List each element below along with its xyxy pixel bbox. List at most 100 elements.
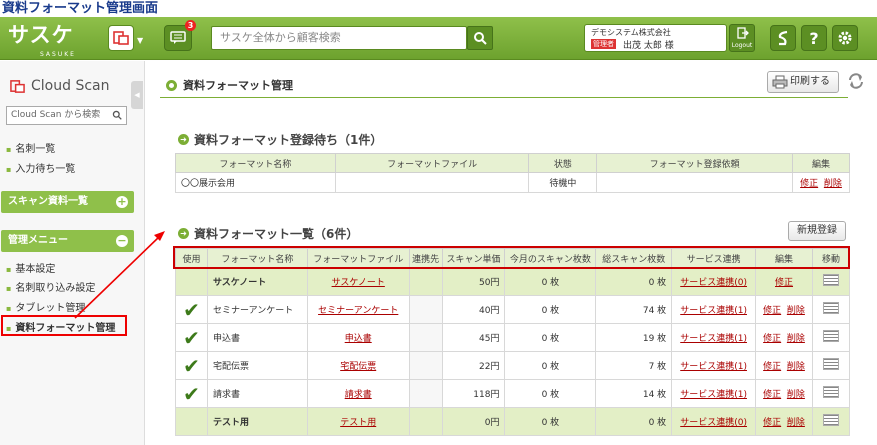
format-name-cell: 宅配伝票 [206,351,308,380]
sasuke-home-button[interactable] [770,25,796,51]
message-icon [170,31,186,44]
format-file-link[interactable]: テスト用 [340,418,376,428]
app-logo[interactable]: サスケ [8,23,74,47]
delete-link[interactable]: 削除 [787,362,805,372]
scan-price-cell: 0円 [441,407,506,436]
scan-price-cell: 22円 [441,351,506,380]
sidebar-collapse-button[interactable]: ◀ [131,81,143,109]
total-scans-cell: 0 枚 [595,267,673,296]
format-name-cell: 請求書 [206,379,308,408]
gear-icon [838,31,852,45]
delete-link[interactable]: 削除 [787,418,805,428]
edit-link[interactable]: 修正 [763,306,781,316]
sidebar-item-card-import-settings[interactable]: 名刺取り込み設定 [6,279,95,294]
column-header: 編集 [792,153,850,173]
sidebar-item-tablet-management[interactable]: タブレット管理 [6,299,85,314]
service-link[interactable]: サービス連携(1) [680,390,747,400]
drag-handle-icon[interactable] [822,414,839,426]
monthly-scans-cell: 0 枚 [504,267,597,296]
sidebar-item-input-waiting[interactable]: 入力待ち一覧 [6,160,75,175]
check-icon[interactable]: ✔ [183,354,200,378]
service-link-cell: サービス連携(1) [671,323,757,352]
format-file-link[interactable]: 宅配伝票 [340,362,376,372]
drag-handle-icon[interactable] [822,330,839,342]
format-file-link[interactable]: 申込書 [345,334,372,344]
table-row: ✔ 宅配伝票 宅配伝票 22円 0 枚7 枚サービス連携(1) 修正 削除 [175,351,851,380]
service-link[interactable]: サービス連携(1) [680,334,747,344]
move-cell [811,407,851,436]
usage-cell: ✔ [175,323,208,352]
drag-handle-icon[interactable] [822,358,839,370]
sidebar-section-label: 管理メニュー [8,235,68,246]
format-list-section-label: 資料フォーマット一覧（6件） [194,227,359,241]
user-info[interactable]: デモシステム株式会社 管理者 出茂 太郎 様 [584,24,727,52]
search-button[interactable] [467,26,493,50]
minus-icon[interactable]: − [116,235,128,247]
format-name-cell: 申込書 [206,323,308,352]
service-link[interactable]: サービス連携(0) [680,418,747,428]
sidebar-item-business-cards[interactable]: 名刺一覧 [6,140,55,155]
logout-icon [737,27,749,39]
monthly-scans-cell: 0 枚 [504,323,597,352]
customer-search-input[interactable]: サスケ全体から顧客検索 [211,26,467,50]
format-file-cell: 宅配伝票 [306,351,410,380]
service-link-cell: サービス連携(1) [671,295,757,324]
sidebar-item-basic-settings[interactable]: 基本設定 [6,260,55,275]
drag-handle-icon[interactable] [822,274,839,286]
delete-link[interactable]: 削除 [787,390,805,400]
table-row: ✔ 申込書 申込書 45円 0 枚 19 枚サービス連携(1) 修正 削除 [175,323,851,352]
total-scans-cell: 74 枚 [595,295,673,324]
pending-section-title: ➜ 資料フォーマット登録待ち（1件） [178,131,382,148]
edit-link[interactable]: 修正 [763,418,781,428]
check-icon[interactable]: ✔ [183,326,200,350]
logout-label: Logout [731,42,753,49]
refresh-icon[interactable] [847,72,865,90]
edit-link[interactable]: 修正 [763,390,781,400]
check-icon[interactable]: ✔ [183,382,200,406]
pending-section-label: 資料フォーマット登録待ち（1件） [194,133,383,147]
usage-cell [175,407,208,436]
new-registration-button[interactable]: 新規登録 [788,221,846,241]
sidebar-search-input[interactable]: Cloud Scan から検索 [6,106,127,125]
title-divider [160,97,848,98]
service-link[interactable]: サービス連携(1) [680,306,747,316]
delete-link[interactable]: 削除 [787,334,805,344]
sidebar-section-scan-docs[interactable]: スキャン資料一覧 + [1,191,134,213]
move-cell [811,295,851,324]
notification-badge: 3 [185,20,196,31]
format-file-link[interactable]: サスケノート [332,278,385,288]
delete-link[interactable]: 削除 [824,179,842,189]
search-icon[interactable] [112,110,122,120]
sidebar-title: Cloud Scan [10,78,109,94]
scan-price-cell: 118円 [441,379,506,408]
cloud-scan-icon [113,31,129,45]
move-cell [811,267,851,296]
service-link[interactable]: サービス連携(0) [680,278,747,288]
delete-link[interactable]: 削除 [787,306,805,316]
edit-link[interactable]: 修正 [763,362,781,372]
drag-handle-icon[interactable] [822,302,839,314]
drag-handle-icon[interactable] [822,386,839,398]
format-file-link[interactable]: 請求書 [345,390,372,400]
check-icon[interactable]: ✔ [183,298,200,322]
logout-button[interactable]: Logout [729,24,755,52]
arrow-right-icon: ➜ [178,228,189,239]
help-icon: ? [809,28,819,48]
edit-link[interactable]: 修正 [763,334,781,344]
sidebar-section-admin-menu[interactable]: 管理メニュー − [1,230,134,252]
service-link[interactable]: サービス連携(1) [680,362,747,372]
format-name: 宅配伝票 [212,362,249,372]
settings-button[interactable] [832,25,858,51]
format-name: サスケノート [212,278,267,288]
plus-icon[interactable]: + [116,196,128,208]
chevron-down-icon[interactable]: ▼ [137,36,143,45]
format-name: 申込書 [212,334,240,344]
page-title-label: 資料フォーマット管理 [183,79,293,92]
format-file-link[interactable]: セミナーアンケート [318,306,398,316]
help-button[interactable]: ? [801,25,827,51]
cloud-scan-menu-button[interactable] [108,25,134,51]
column-header: フォーマット登録依頼 [596,153,794,173]
edit-link[interactable]: 修正 [775,278,793,288]
annotation-header-box [173,246,850,269]
edit-link[interactable]: 修正 [800,179,818,189]
